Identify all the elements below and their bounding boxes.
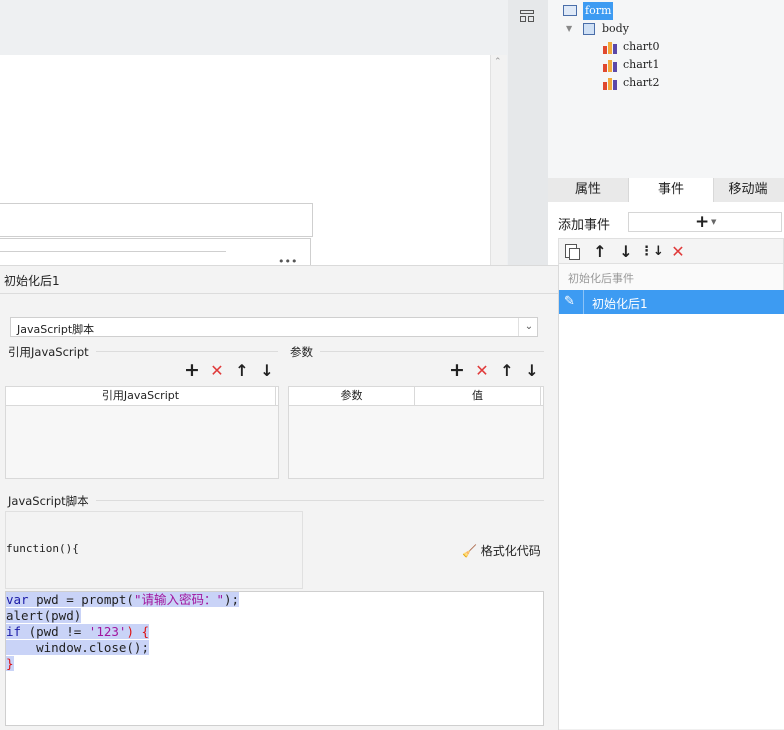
add-event-button[interactable]: + ▼ [628, 212, 782, 232]
code-line-2: alert(pwd) [6, 608, 82, 623]
events-panel: 添加事件 + ▼ ↑ ↓ ⋮↓ ✕ 初始化后事件 ✎ 初始化后1 [548, 202, 784, 729]
code-line-3: if (pwd != '123') { [6, 624, 150, 639]
params-section-label: 参数 [290, 345, 313, 359]
code-line-1: var pwd = prompt("请输入密码："); [6, 592, 240, 607]
tree-label-form: form [583, 2, 614, 20]
event-item-label: 初始化后1 [592, 297, 648, 311]
event-editor: 初始化后1 JavaScript脚本 ⌄ 引用JavaScript + ✕ ↑ … [0, 265, 559, 730]
chart-icon [603, 40, 617, 54]
editor-title: 初始化后1 [4, 274, 60, 288]
collapse-icon[interactable]: ▼ [566, 20, 572, 38]
tree-label-chart0: chart0 [623, 40, 660, 53]
chart-icon [603, 76, 617, 90]
format-code-label: 格式化代码 [480, 544, 541, 558]
canvas-page[interactable]: ••• [0, 55, 490, 269]
param-name-column[interactable]: 参数 [289, 387, 415, 405]
event-toolbar: ↑ ↓ ⋮↓ ✕ [558, 238, 784, 264]
add-event-label: 添加事件 [558, 218, 611, 233]
widget-tree: form ▼ body chart0 chart1 chart2 [548, 0, 784, 178]
delete-icon[interactable]: ✕ [670, 242, 686, 261]
ref-up-icon[interactable]: ↑ [234, 361, 250, 380]
tree-label-chart1: chart1 [623, 58, 660, 71]
chevron-down-icon: ▼ [711, 218, 717, 226]
delete-ref-icon[interactable]: ✕ [209, 361, 225, 380]
property-tabs: 属性 事件 移动端 [548, 178, 784, 203]
move-up-icon[interactable]: ↑ [592, 242, 608, 261]
canvas-widget-box[interactable] [0, 203, 313, 237]
ref-js-column-header[interactable]: 引用JavaScript [6, 387, 276, 405]
code-editor[interactable]: var pwd = prompt("请输入密码："); alert(pwd) i… [5, 591, 544, 726]
tree-label-chart2: chart2 [623, 76, 660, 89]
code-line-4: window.close(); [6, 640, 149, 655]
tab-events[interactable]: 事件 [628, 178, 714, 203]
layout-icon[interactable] [520, 10, 534, 22]
add-param-icon[interactable]: + [449, 359, 465, 381]
delete-param-icon[interactable]: ✕ [474, 361, 490, 380]
canvas-scrollbar[interactable]: ⌃ [490, 55, 507, 265]
tab-mobile[interactable]: 移动端 [712, 178, 784, 202]
plus-icon: + [695, 212, 710, 232]
edit-icon[interactable]: ✎ [564, 294, 575, 309]
script-type-value: JavaScript脚本 [17, 323, 95, 336]
move-down-icon[interactable]: ↓ [618, 242, 634, 261]
script-type-select[interactable]: JavaScript脚本 ⌄ [10, 317, 538, 337]
canvas-rule [0, 251, 226, 252]
param-down-icon[interactable]: ↓ [524, 361, 540, 380]
move-bottom-icon[interactable]: ⋮↓ [640, 243, 664, 259]
scroll-up-icon[interactable]: ⌃ [494, 57, 502, 67]
function-header: function(){ [6, 542, 79, 555]
tree-label-body: body [602, 22, 629, 35]
side-toolstrip [508, 0, 548, 265]
tab-properties[interactable]: 属性 [548, 178, 628, 202]
params-table[interactable]: 参数 值 [288, 386, 544, 479]
form-icon [563, 5, 577, 16]
event-item[interactable]: ✎ 初始化后1 [558, 290, 784, 314]
ref-js-table[interactable]: 引用JavaScript [5, 386, 279, 479]
add-ref-icon[interactable]: + [184, 359, 200, 381]
param-up-icon[interactable]: ↑ [499, 361, 515, 380]
function-header-box: function(){ [5, 511, 303, 589]
event-group-header: 初始化后事件 [568, 272, 634, 285]
format-code-button[interactable]: 🧹 格式化代码 [462, 542, 541, 559]
chart-icon [603, 58, 617, 72]
ref-down-icon[interactable]: ↓ [259, 361, 275, 380]
ref-js-section-label: 引用JavaScript [8, 345, 89, 359]
chevron-down-icon[interactable]: ⌄ [518, 318, 539, 336]
code-line-5: } [6, 656, 14, 671]
param-value-column[interactable]: 值 [415, 387, 541, 405]
event-group-row: 初始化后事件 [558, 264, 784, 290]
broom-icon: 🧹 [462, 544, 477, 558]
body-icon [583, 23, 595, 35]
script-section-label: JavaScript脚本 [8, 494, 89, 508]
